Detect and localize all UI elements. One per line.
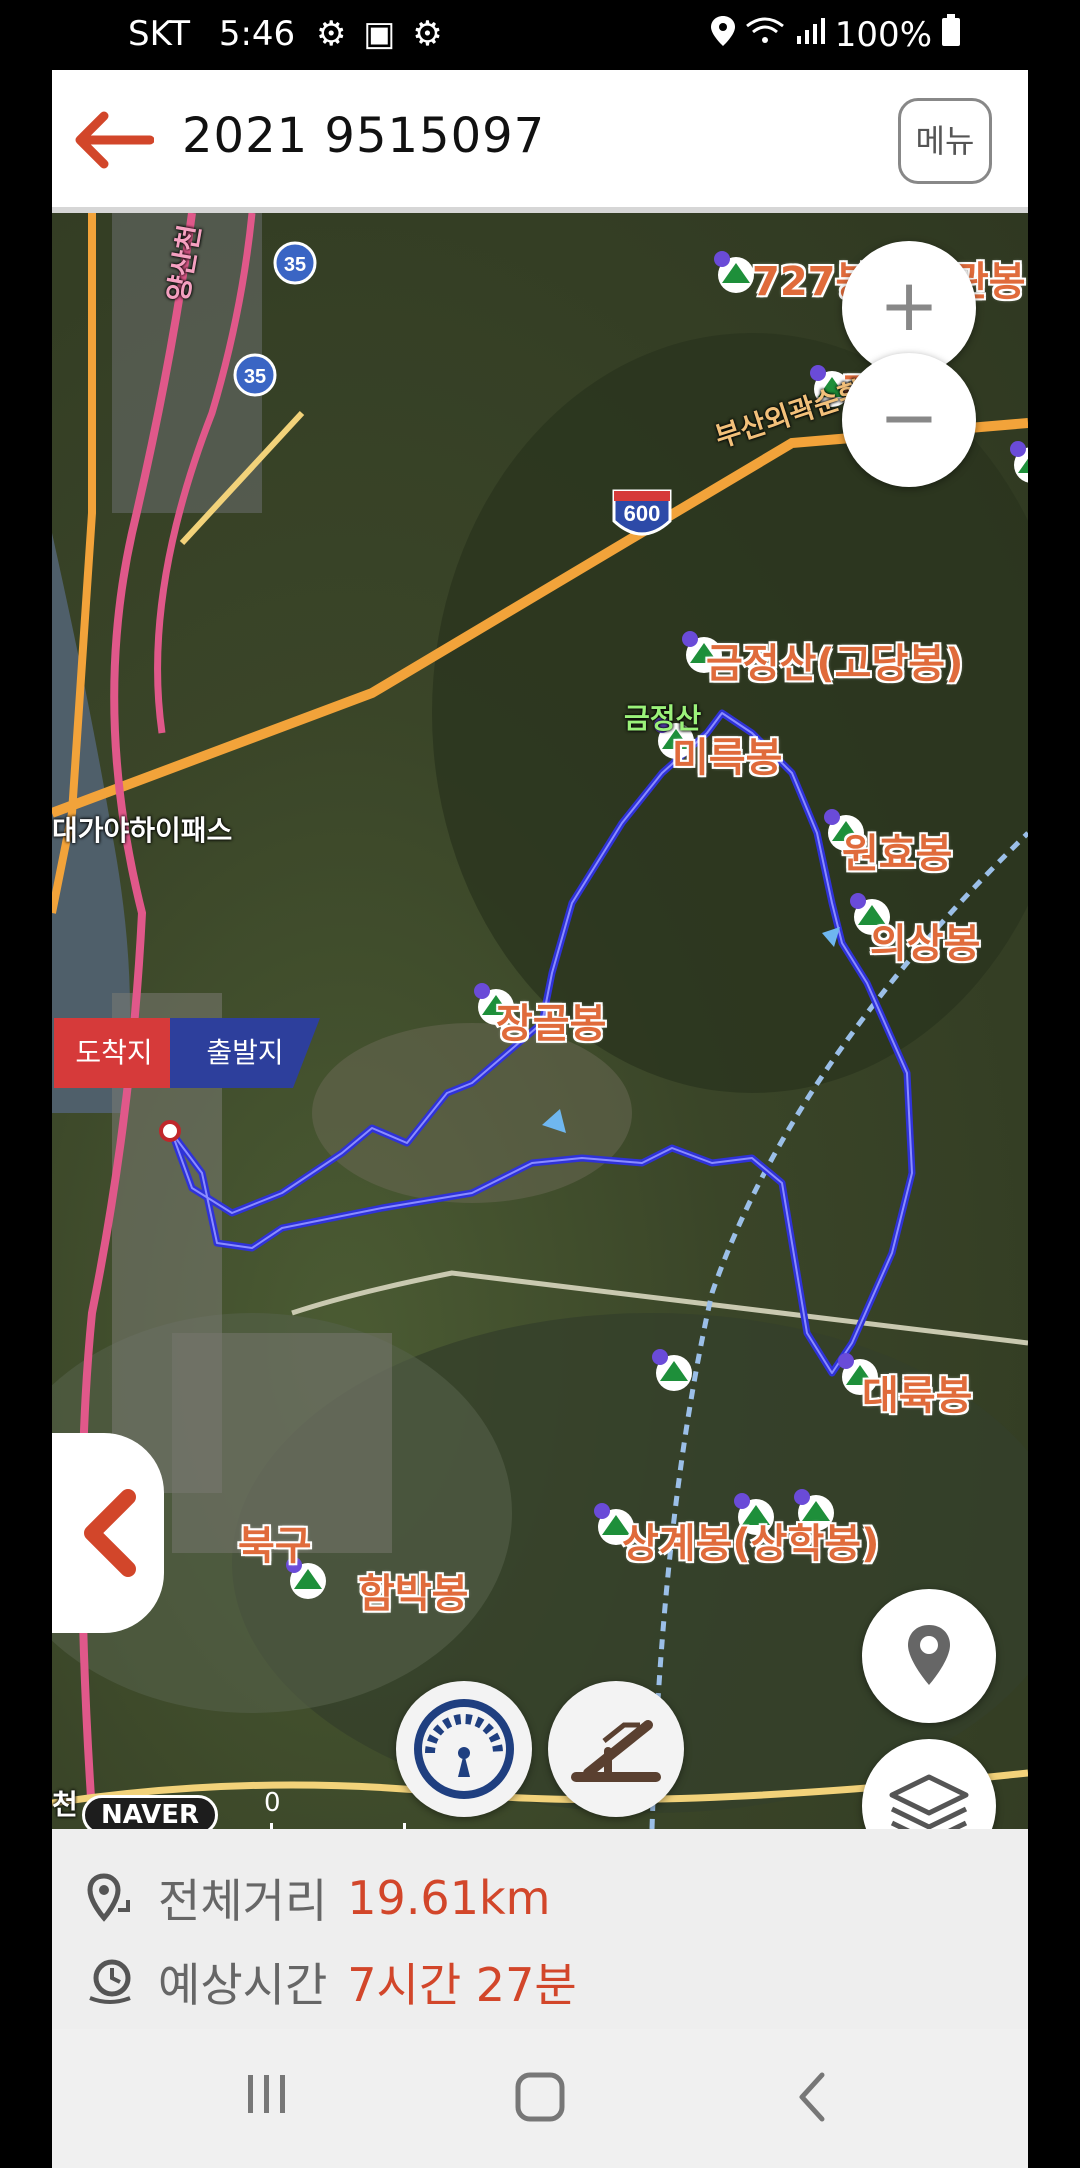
app-window: 2021 9515097 메뉴 35 35 600 도착지 출발지 727봉 관… xyxy=(52,70,1028,2168)
arrival-flag: 도착지 xyxy=(54,1018,174,1088)
carrier-label: SKT xyxy=(128,14,191,54)
usb-icon: ⚙ xyxy=(412,14,443,54)
status-bar: SKT 5:46 ⚙ ▣ ⚙ 100% xyxy=(0,0,1080,70)
layers-icon xyxy=(889,1774,969,1829)
wifi-icon xyxy=(745,15,785,55)
distance-label: 전체거리 xyxy=(158,1874,328,1928)
elevation-button[interactable] xyxy=(548,1681,684,1817)
back-icon[interactable] xyxy=(792,2069,832,2125)
usb-icon: ⚙ xyxy=(316,14,347,54)
peak-label: 함박봉 xyxy=(358,1571,469,1617)
my-location-button[interactable] xyxy=(862,1589,996,1723)
road-label: 대가야하이패스 xyxy=(52,814,233,847)
mountain-icon[interactable] xyxy=(712,251,756,295)
area-label: 금정산 xyxy=(624,702,702,735)
home-icon[interactable] xyxy=(512,2069,568,2125)
svg-text:35: 35 xyxy=(284,254,306,276)
peak-label: 원효봉 xyxy=(842,831,953,877)
naver-logo: NAVER xyxy=(82,1795,219,1829)
clock: 5:46 xyxy=(218,14,296,54)
page-title: 2021 9515097 xyxy=(182,108,546,164)
header-bar: 2021 9515097 메뉴 xyxy=(52,70,1028,213)
elevation-icon xyxy=(571,1720,661,1782)
peak-label: 금정산(고당봉) xyxy=(706,641,964,687)
svg-text:600: 600 xyxy=(624,501,661,526)
recent-apps-icon[interactable] xyxy=(242,2069,292,2117)
route-pin-icon xyxy=(87,1873,130,1922)
district-label: 북구 xyxy=(238,1523,312,1569)
svg-text:35: 35 xyxy=(244,366,266,388)
mountain-icon[interactable] xyxy=(1008,441,1028,485)
panel-toggle-button[interactable] xyxy=(52,1433,164,1633)
time-row: 예상시간 7시간 27분 xyxy=(82,1949,577,2015)
distance-row: 전체거리 19.61km xyxy=(82,1865,550,1931)
mountain-icon[interactable] xyxy=(650,1349,694,1393)
distance-value: 19.61km xyxy=(347,1871,551,1925)
time-label: 예상시간 xyxy=(158,1958,328,2012)
clock-icon xyxy=(89,1959,131,2004)
menu-button[interactable]: 메뉴 xyxy=(898,98,992,184)
zoom-out-button[interactable]: − xyxy=(842,353,976,487)
location-icon xyxy=(710,15,735,55)
peak-label: 상계봉(상학봉) xyxy=(622,1521,880,1567)
map-view[interactable]: 35 35 600 도착지 출발지 727봉 관봉 금정산(고당봉) 미륵봉 원… xyxy=(52,213,1028,1829)
battery-icon xyxy=(942,14,960,55)
peak-label: 의상봉 xyxy=(870,921,981,967)
time-value: 7시간 27분 xyxy=(347,1958,577,2012)
chevron-left-icon xyxy=(84,1489,136,1577)
battery-percent: 100% xyxy=(834,14,932,55)
scale-zero-label: 0 xyxy=(264,1788,281,1818)
system-navigation-bar xyxy=(52,2029,1028,2168)
image-icon: ▣ xyxy=(363,14,396,54)
route-summary-panel: 전체거리 19.61km 예상시간 7시간 27분 xyxy=(52,1829,1028,2029)
peak-label: 장골봉 xyxy=(496,1001,607,1047)
peak-label: 대륙봉 xyxy=(862,1373,973,1419)
speedometer-icon xyxy=(414,1699,514,1799)
left-arrow-icon[interactable] xyxy=(70,108,155,172)
layers-button[interactable] xyxy=(862,1739,996,1829)
speed-button[interactable] xyxy=(396,1681,532,1817)
location-pin-icon xyxy=(908,1625,950,1685)
area-label: 천 xyxy=(52,1788,78,1821)
signal-icon xyxy=(795,15,825,55)
